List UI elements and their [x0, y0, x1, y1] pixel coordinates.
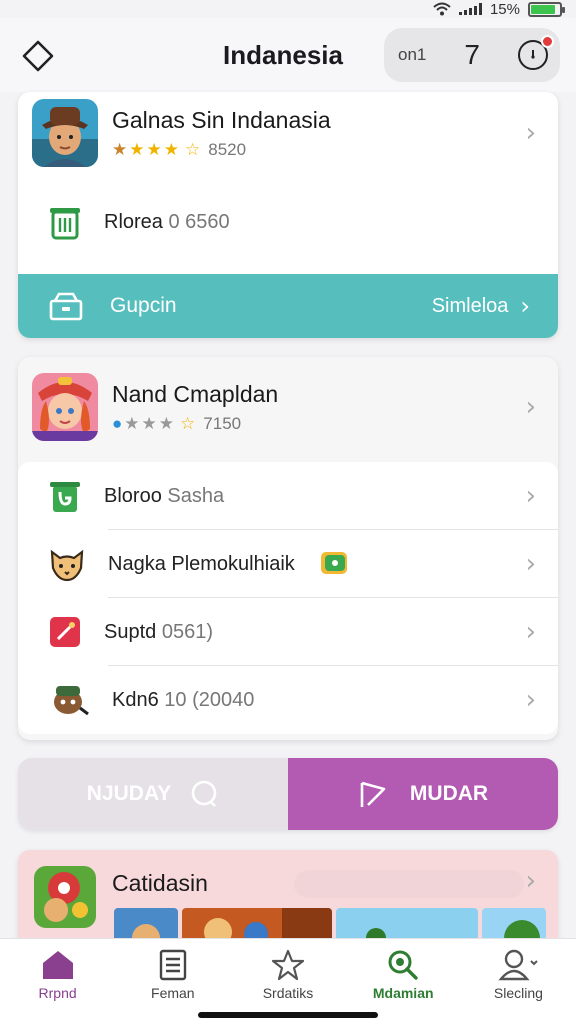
- list-item[interactable]: Suptd 0561) ›: [18, 598, 558, 666]
- person-icon: [498, 949, 539, 981]
- signal-icon: [458, 3, 482, 15]
- pill-label: on1: [398, 45, 427, 64]
- nav-label: Srdatiks: [262, 985, 314, 1001]
- nav-item-profile[interactable]: Slecling: [461, 939, 576, 1024]
- globe-badge-icon: ●: [112, 413, 123, 433]
- chat-bubble-icon: [191, 780, 217, 807]
- search-icon: [388, 950, 418, 980]
- chevron-right-icon: ›: [525, 549, 536, 579]
- game-card-2: Nand Cmapldan ● ★ ★ ★ ☆ 7150 › Bloroo Sa…: [18, 357, 558, 740]
- star-icon: ★: [163, 139, 179, 159]
- star-icon: [271, 949, 305, 981]
- list-item-sub: 0561): [161, 620, 213, 643]
- list-item-label: Nagka Plemokulhiaik: [108, 552, 295, 575]
- chevron-right-icon: ›: [525, 392, 536, 422]
- action-label-1: Gupcin: [110, 294, 177, 317]
- segment-right-label: MUDAR: [409, 782, 489, 805]
- chevron-right-icon: ›: [525, 617, 536, 647]
- game-title-1: Galnas Sin Indanasia: [112, 106, 331, 133]
- home-icon: [42, 951, 73, 979]
- list-item-sub: 10 (20040: [164, 688, 255, 711]
- list-item[interactable]: Kdn6 10 (20040 ›: [18, 666, 558, 734]
- header-pill[interactable]: on1 7: [384, 28, 560, 82]
- star-icon: ★: [129, 139, 145, 159]
- segment-right[interactable]: MUDAR: [288, 758, 558, 830]
- battery-percent: 15%: [489, 0, 520, 18]
- chevron-right-icon: ›: [520, 292, 530, 320]
- chevron-right-icon: ›: [525, 866, 536, 896]
- flag-icon: [360, 781, 386, 807]
- rating-stars-1: ★ ★ ★ ★ ☆ 8520: [112, 140, 331, 160]
- status-bar: 15%: [0, 0, 576, 18]
- detail-label-1: Rlorea: [104, 210, 163, 233]
- action-bar-1[interactable]: Gupcin Simleloa ›: [18, 274, 558, 338]
- chevron-right-icon: ›: [525, 685, 536, 715]
- battery-icon: [528, 1, 565, 17]
- chat-badge-icon: [320, 552, 347, 574]
- nav-label: Feman: [151, 985, 195, 1001]
- star-icon: ★: [124, 413, 140, 433]
- list-item[interactable]: Bloroo Sasha ›: [18, 462, 558, 530]
- list-icon: [159, 949, 186, 981]
- game-title-2: Nand Cmapldan: [112, 380, 279, 407]
- game-header-1[interactable]: Galnas Sin Indanasia ★ ★ ★ ★ ☆ 8520 ›: [18, 92, 558, 174]
- wifi-icon: [433, 2, 451, 16]
- rating-value-1: 8520: [208, 139, 247, 159]
- pill-number: 7: [464, 39, 480, 70]
- action-right-label-1: Simleloa: [431, 294, 509, 317]
- game-avatar-1: [32, 99, 98, 167]
- list-item-label: Kdn6: [112, 688, 159, 711]
- detail-row-1[interactable]: Rlorea 0 6560: [18, 188, 558, 256]
- list-item-sub: Sasha: [167, 484, 225, 507]
- home-indicator: [198, 1012, 378, 1018]
- segment-left[interactable]: NJUDAY: [18, 758, 288, 830]
- character-icon: [54, 686, 89, 716]
- edit-square-icon: [50, 617, 80, 647]
- list-item-label: Suptd: [104, 620, 157, 643]
- rating-stars-2: ● ★ ★ ★ ☆ 7150: [112, 414, 278, 434]
- nav-label: Slecling: [493, 985, 543, 1001]
- game-header-2[interactable]: Nand Cmapldan ● ★ ★ ★ ☆ 7150 ›: [18, 357, 558, 457]
- box-icon: [49, 292, 83, 321]
- star-icon: ★: [158, 413, 175, 433]
- detail-value-1: 0 6560: [168, 210, 230, 233]
- cat-face-icon: [50, 549, 84, 582]
- chevron-right-icon: ›: [525, 118, 536, 148]
- game-title-3: Catidasin: [112, 870, 208, 896]
- star-icon: ★: [141, 413, 157, 433]
- rating-value-2: 7150: [203, 413, 242, 433]
- game-avatar-3: [34, 866, 96, 928]
- trash-icon: [50, 482, 80, 512]
- star-icon: ★: [146, 139, 162, 159]
- nav-item-home[interactable]: Rrpnd: [0, 939, 115, 1024]
- star-outline-icon: ☆: [180, 413, 196, 433]
- game-2-menu-list: Bloroo Sasha › Nagka Plemokulhiaik › Sup…: [18, 462, 558, 734]
- placeholder-bar: [294, 870, 524, 898]
- notification-dot: [540, 35, 554, 48]
- segment-left-label: NJUDAY: [86, 782, 172, 805]
- game-card-1: Galnas Sin Indanasia ★ ★ ★ ★ ☆ 8520 › Rl…: [18, 92, 558, 338]
- nav-label: Mdamian: [372, 985, 434, 1001]
- timer-icon[interactable]: [517, 35, 554, 70]
- star-outline-icon: ☆: [185, 139, 201, 159]
- list-item[interactable]: Nagka Plemokulhiaik ›: [18, 530, 558, 598]
- top-bar: Indanesia on1 7: [0, 18, 576, 92]
- nav-label: Rrpnd: [38, 985, 77, 1001]
- game-avatar-2: [32, 373, 98, 441]
- segmented-control: NJUDAY MUDAR: [18, 758, 558, 830]
- trash-icon: [50, 208, 80, 240]
- chevron-right-icon: ›: [525, 481, 536, 511]
- list-item-label: Bloroo: [104, 484, 162, 507]
- badge-star-icon: ★: [112, 139, 128, 159]
